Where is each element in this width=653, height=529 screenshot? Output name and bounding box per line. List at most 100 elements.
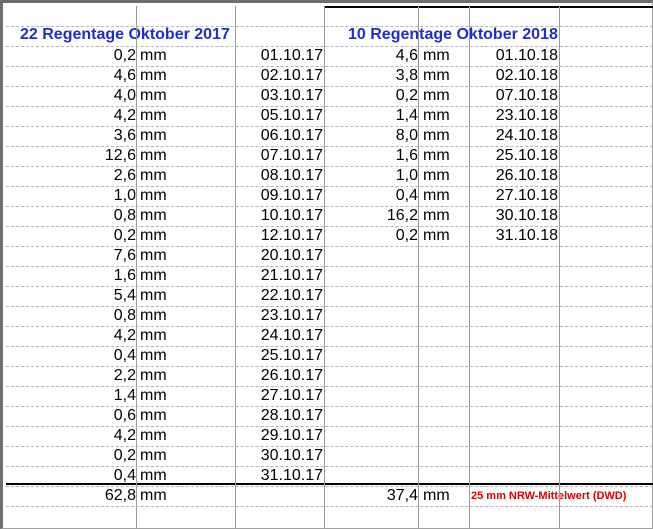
rain-unit-2017[interactable]: mm (140, 246, 180, 266)
rain-unit-2017[interactable]: mm (140, 446, 180, 466)
rain-value-2018[interactable]: 4,6 (340, 46, 418, 66)
rain-value-2017[interactable]: 7,6 (56, 246, 136, 266)
rain-date-2018[interactable]: 01.10.18 (469, 46, 558, 66)
rain-value-2017[interactable]: 1,6 (56, 266, 136, 286)
rain-date-2017[interactable]: 28.10.17 (235, 406, 323, 426)
rain-unit-2017[interactable]: mm (140, 146, 180, 166)
rain-unit-2017[interactable]: mm (140, 406, 180, 426)
rain-date-2017[interactable]: 22.10.17 (235, 286, 323, 306)
rain-date-2017[interactable]: 07.10.17 (235, 146, 323, 166)
rain-unit-2018[interactable]: mm (423, 166, 463, 186)
header-oktober-2018[interactable]: 10 Regentage Oktober 2018 (348, 25, 563, 45)
rain-unit-2017[interactable]: mm (140, 346, 180, 366)
rain-date-2017[interactable]: 23.10.17 (235, 306, 323, 326)
rain-value-2018[interactable]: 3,8 (340, 66, 418, 86)
rain-date-2017[interactable]: 25.10.17 (235, 346, 323, 366)
rain-date-2017[interactable]: 30.10.17 (235, 446, 323, 466)
rain-unit-2017[interactable]: mm (140, 426, 180, 446)
rain-value-2018[interactable]: 0,4 (340, 186, 418, 206)
rain-unit-2017[interactable]: mm (140, 286, 180, 306)
rain-value-2017[interactable]: 12,6 (56, 146, 136, 166)
rain-unit-2018[interactable]: mm (423, 106, 463, 126)
rain-date-2017[interactable]: 26.10.17 (235, 366, 323, 386)
rain-value-2017[interactable]: 4,2 (56, 326, 136, 346)
rain-value-2017[interactable]: 4,0 (56, 86, 136, 106)
total-2017-unit[interactable]: mm (140, 486, 180, 506)
rain-unit-2018[interactable]: mm (423, 206, 463, 226)
rain-unit-2017[interactable]: mm (140, 206, 180, 226)
rain-date-2018[interactable]: 02.10.18 (469, 66, 558, 86)
rain-date-2017[interactable]: 27.10.17 (235, 386, 323, 406)
rain-unit-2018[interactable]: mm (423, 86, 463, 106)
rain-date-2018[interactable]: 07.10.18 (469, 86, 558, 106)
rain-date-2017[interactable]: 12.10.17 (235, 226, 323, 246)
rain-unit-2018[interactable]: mm (423, 46, 463, 66)
rain-unit-2017[interactable]: mm (140, 226, 180, 246)
rain-value-2017[interactable]: 0,4 (56, 346, 136, 366)
rain-value-2017[interactable]: 2,2 (56, 366, 136, 386)
rain-value-2018[interactable]: 8,0 (340, 126, 418, 146)
rain-unit-2017[interactable]: mm (140, 326, 180, 346)
rain-value-2018[interactable]: 0,2 (340, 86, 418, 106)
rain-value-2017[interactable]: 4,6 (56, 66, 136, 86)
rain-unit-2017[interactable]: mm (140, 66, 180, 86)
rain-date-2017[interactable]: 31.10.17 (235, 466, 323, 486)
rain-date-2017[interactable]: 01.10.17 (235, 46, 323, 66)
rain-unit-2017[interactable]: mm (140, 126, 180, 146)
rain-unit-2018[interactable]: mm (423, 226, 463, 246)
rain-value-2017[interactable]: 0,2 (56, 446, 136, 466)
rain-unit-2017[interactable]: mm (140, 306, 180, 326)
rain-value-2017[interactable]: 0,4 (56, 466, 136, 486)
rain-value-2017[interactable]: 1,0 (56, 186, 136, 206)
rain-date-2017[interactable]: 09.10.17 (235, 186, 323, 206)
rain-date-2017[interactable]: 03.10.17 (235, 86, 323, 106)
rain-date-2018[interactable]: 31.10.18 (469, 226, 558, 246)
rain-unit-2018[interactable]: mm (423, 186, 463, 206)
rain-date-2017[interactable]: 21.10.17 (235, 266, 323, 286)
rain-value-2017[interactable]: 0,6 (56, 406, 136, 426)
rain-date-2017[interactable]: 20.10.17 (235, 246, 323, 266)
rain-value-2017[interactable]: 4,2 (56, 426, 136, 446)
rain-value-2018[interactable]: 1,4 (340, 106, 418, 126)
rain-unit-2017[interactable]: mm (140, 46, 180, 66)
rain-unit-2017[interactable]: mm (140, 186, 180, 206)
rain-date-2017[interactable]: 08.10.17 (235, 166, 323, 186)
rain-value-2017[interactable]: 2,6 (56, 166, 136, 186)
rain-value-2017[interactable]: 0,8 (56, 306, 136, 326)
nrw-average-note[interactable]: 25 mm NRW-Mittelwert (DWD) (471, 486, 651, 506)
rain-date-2017[interactable]: 24.10.17 (235, 326, 323, 346)
rain-unit-2017[interactable]: mm (140, 366, 180, 386)
rain-date-2017[interactable]: 10.10.17 (235, 206, 323, 226)
rain-value-2018[interactable]: 0,2 (340, 226, 418, 246)
rain-value-2017[interactable]: 4,2 (56, 106, 136, 126)
rain-date-2017[interactable]: 06.10.17 (235, 126, 323, 146)
rain-date-2018[interactable]: 26.10.18 (469, 166, 558, 186)
total-2017-value[interactable]: 62,8 (56, 486, 136, 506)
rain-date-2018[interactable]: 30.10.18 (469, 206, 558, 226)
rain-unit-2018[interactable]: mm (423, 66, 463, 86)
rain-date-2017[interactable]: 05.10.17 (235, 106, 323, 126)
rain-value-2017[interactable]: 0,2 (56, 46, 136, 66)
header-oktober-2017[interactable]: 22 Regentage Oktober 2017 (20, 25, 235, 45)
rain-value-2017[interactable]: 5,4 (56, 286, 136, 306)
rain-unit-2017[interactable]: mm (140, 106, 180, 126)
rain-unit-2017[interactable]: mm (140, 86, 180, 106)
rain-unit-2017[interactable]: mm (140, 386, 180, 406)
total-2018-unit[interactable]: mm (423, 486, 463, 506)
rain-date-2018[interactable]: 25.10.18 (469, 146, 558, 166)
rain-value-2017[interactable]: 0,8 (56, 206, 136, 226)
rain-unit-2017[interactable]: mm (140, 266, 180, 286)
rain-date-2017[interactable]: 29.10.17 (235, 426, 323, 446)
rain-value-2017[interactable]: 3,6 (56, 126, 136, 146)
rain-value-2017[interactable]: 0,2 (56, 226, 136, 246)
rain-unit-2018[interactable]: mm (423, 126, 463, 146)
rain-date-2018[interactable]: 23.10.18 (469, 106, 558, 126)
rain-value-2017[interactable]: 1,4 (56, 386, 136, 406)
rain-date-2018[interactable]: 27.10.18 (469, 186, 558, 206)
rain-value-2018[interactable]: 1,0 (340, 166, 418, 186)
rain-date-2018[interactable]: 24.10.18 (469, 126, 558, 146)
total-2018-value[interactable]: 37,4 (340, 486, 418, 506)
rain-value-2018[interactable]: 16,2 (340, 206, 418, 226)
rain-unit-2017[interactable]: mm (140, 166, 180, 186)
rain-date-2017[interactable]: 02.10.17 (235, 66, 323, 86)
